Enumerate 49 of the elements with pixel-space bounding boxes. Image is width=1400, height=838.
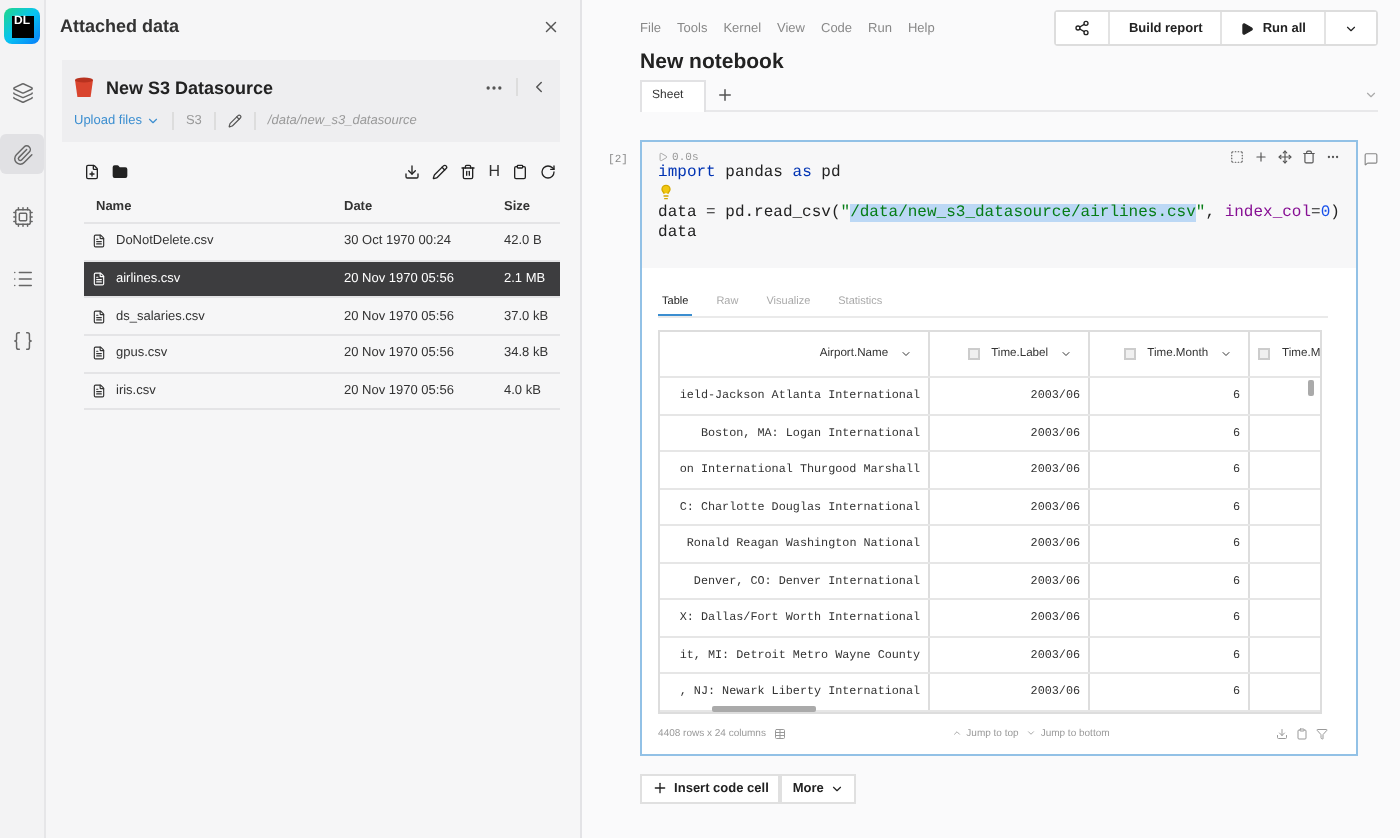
panel-title: Attached data: [60, 16, 180, 36]
download-icon[interactable]: [404, 163, 421, 179]
add-icon[interactable]: [715, 86, 734, 104]
new-file-icon[interactable]: [84, 163, 100, 179]
file-icon: [92, 234, 106, 249]
header-button[interactable]: H: [488, 162, 501, 180]
chevron-down-icon[interactable]: [1220, 348, 1233, 360]
chevron-down-icon[interactable]: [900, 348, 913, 360]
scrollbar-thumb[interactable]: [1308, 380, 1315, 396]
caret-icon: [829, 781, 844, 795]
filter-icon[interactable]: [1315, 727, 1328, 739]
file-icon: [92, 272, 106, 287]
datasource-name: New S3 Datasource: [106, 77, 276, 97]
trash-icon[interactable]: [1301, 150, 1316, 164]
notebook-title: New notebook: [638, 50, 786, 74]
scrollbar-thumb[interactable]: [712, 705, 817, 711]
move-icon[interactable]: [1277, 150, 1292, 164]
clipboard-icon[interactable]: [1295, 727, 1308, 739]
text-type-icon: [967, 348, 980, 360]
attach-icon[interactable]: [0, 134, 44, 174]
file-icon: [92, 346, 106, 361]
refresh-icon[interactable]: [540, 163, 557, 179]
file-icon: [92, 309, 106, 324]
chevron-down-icon[interactable]: [1060, 348, 1073, 360]
share-icon: [1074, 20, 1091, 36]
text-type-icon: [1258, 348, 1271, 360]
bucket-icon: [74, 76, 94, 98]
pencil-icon[interactable]: [432, 163, 449, 179]
code-line: import pandas as pd: [658, 164, 843, 184]
more-icon[interactable]: [1325, 150, 1340, 164]
play-icon: [1240, 21, 1255, 35]
chevron-up-icon: [952, 728, 963, 738]
comment-icon[interactable]: [1363, 152, 1378, 166]
clipboard-icon[interactable]: [512, 163, 529, 179]
folder-icon[interactable]: [112, 163, 128, 179]
frame-icon[interactable]: [1229, 150, 1244, 164]
close-icon[interactable]: [542, 17, 561, 35]
table-icon[interactable]: [773, 727, 786, 739]
code-line: data = pd.read_csv("/data/new_s3_datasource/airlines.csv", index_col=0): [658, 204, 1340, 224]
plus-icon: [652, 780, 669, 796]
share-button[interactable]: [1056, 12, 1111, 44]
caret-icon: [1343, 21, 1358, 35]
chevron-down-icon: [1026, 728, 1037, 738]
caret-icon: [145, 114, 160, 128]
number-type-icon: [1123, 348, 1136, 360]
file-icon: [92, 384, 106, 399]
code-line: data: [658, 224, 699, 244]
add-icon[interactable]: [1253, 150, 1268, 164]
trash-icon[interactable]: [460, 163, 477, 179]
